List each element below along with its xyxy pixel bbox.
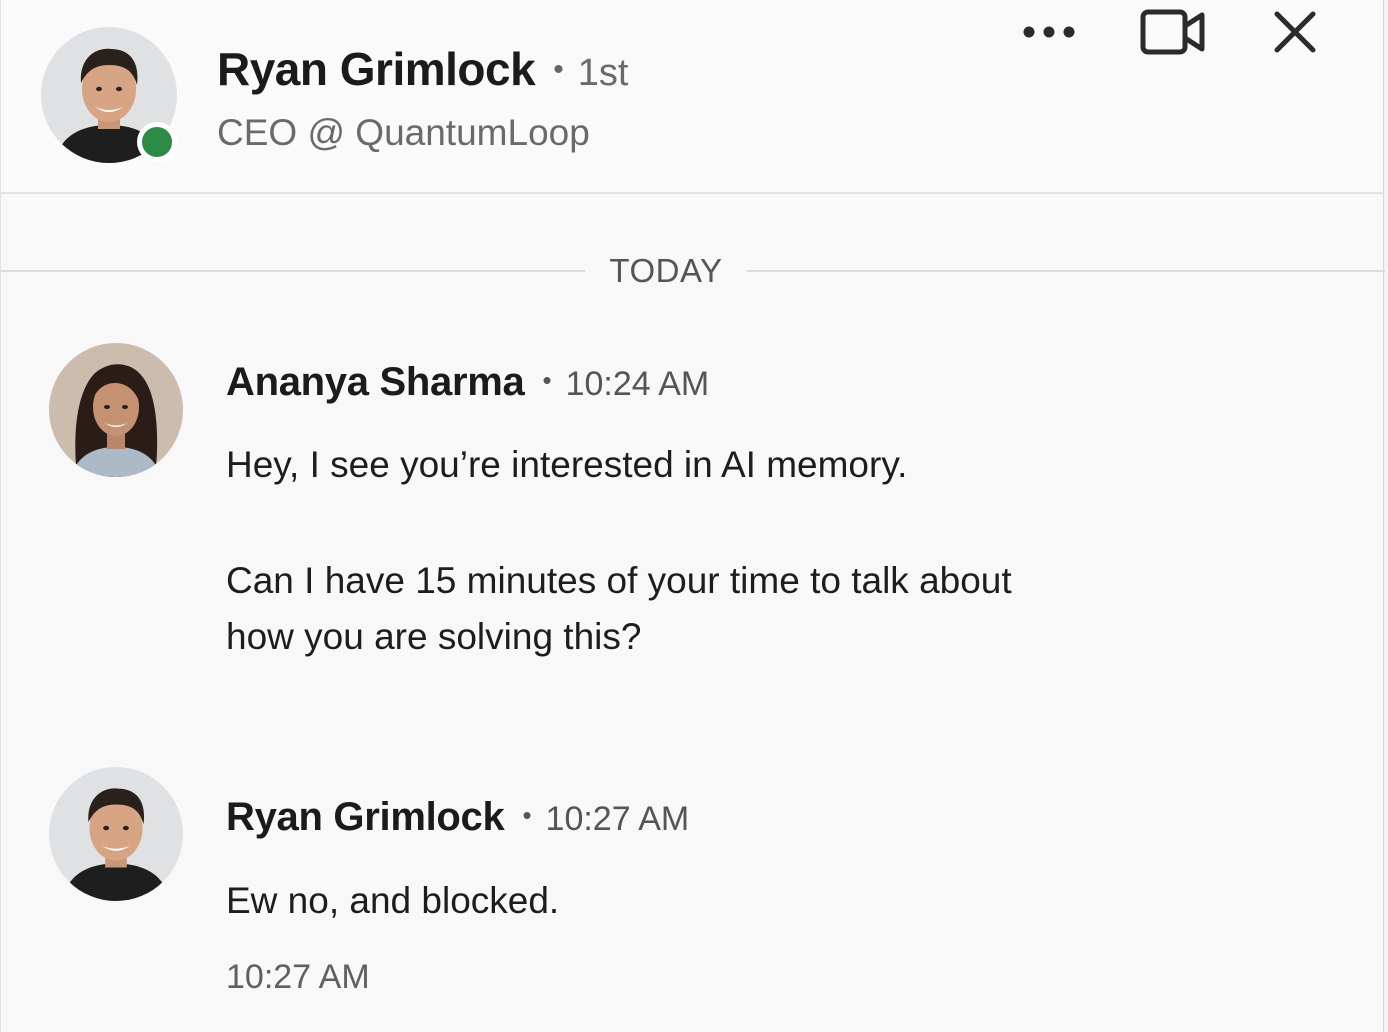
contact-headline: CEO @ QuantumLoop (217, 112, 590, 153)
contact-name[interactable]: Ryan Grimlock (217, 42, 536, 96)
message-text: how you are solving this? (226, 616, 642, 657)
message-header: Ananya Sharma • 10:24 AM (226, 360, 709, 405)
message-text: Hey, I see you’re interested in AI memor… (226, 444, 908, 485)
message-timestamp: 10:24 AM (565, 365, 710, 403)
video-camera-icon (1140, 9, 1205, 55)
online-status-indicator (137, 122, 177, 162)
sender-name[interactable]: Ananya Sharma (226, 360, 525, 405)
message-footer-timestamp: 10:27 AM (226, 958, 370, 996)
sender-avatar[interactable] (49, 343, 183, 477)
sender-name[interactable]: Ryan Grimlock (226, 795, 505, 840)
woman-portrait-icon (49, 343, 183, 477)
date-divider: TODAY (1, 250, 1385, 294)
close-icon (1274, 11, 1316, 53)
sender-avatar[interactable] (49, 767, 183, 901)
contact-title: Ryan Grimlock • 1st (217, 42, 628, 96)
message-header: Ryan Grimlock • 10:27 AM (226, 795, 689, 840)
messaging-window: Ryan Grimlock • 1st CEO @ QuantumLoop TO… (0, 0, 1385, 1032)
man-portrait-icon (49, 767, 183, 901)
video-call-button[interactable] (1133, 0, 1213, 64)
message-text: Can I have 15 minutes of your time to ta… (226, 560, 1012, 601)
divider-line (1, 270, 585, 272)
separator-dot: • (542, 365, 552, 395)
message-text: Ew no, and blocked. (226, 880, 560, 921)
separator-dot: • (553, 53, 564, 86)
more-options-button[interactable] (1011, 0, 1087, 64)
close-button[interactable] (1263, 0, 1327, 64)
message-timestamp: 10:27 AM (545, 800, 690, 838)
more-horizontal-icon (1023, 26, 1075, 38)
divider-line (747, 270, 1385, 272)
connection-degree: 1st (577, 52, 629, 94)
separator-dot: • (522, 800, 532, 830)
date-divider-label: TODAY (609, 252, 723, 289)
conversation-header: Ryan Grimlock • 1st CEO @ QuantumLoop (1, 0, 1383, 194)
